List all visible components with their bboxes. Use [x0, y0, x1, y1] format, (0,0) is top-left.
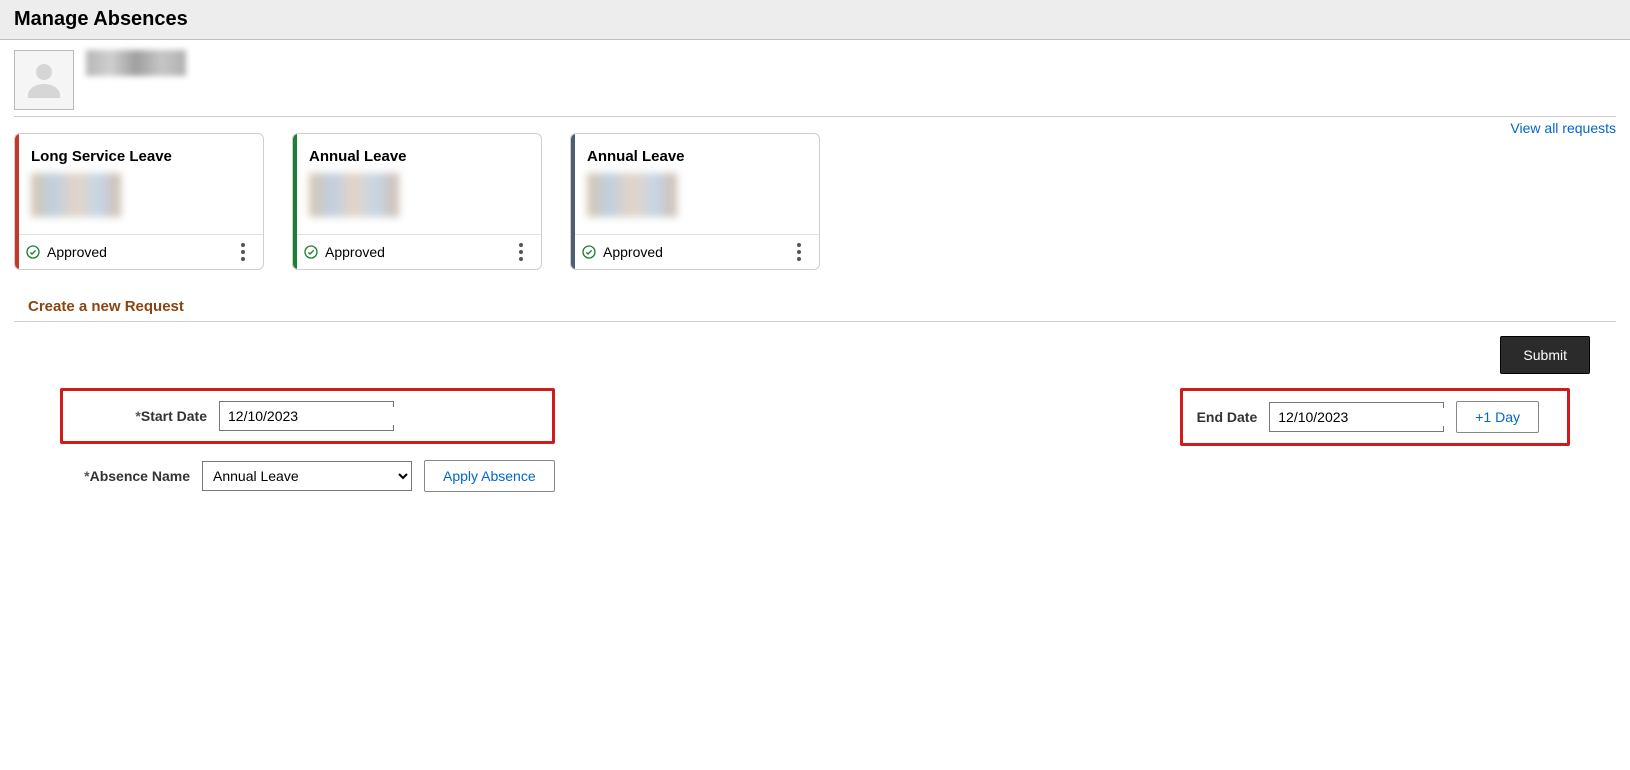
page-title: Manage Absences: [14, 8, 188, 30]
absence-card[interactable]: Annual Leave Approved: [292, 133, 542, 270]
check-circle-icon: [581, 244, 597, 260]
card-body: Annual Leave: [571, 134, 819, 234]
profile-row: [0, 40, 1630, 116]
card-title: Annual Leave: [587, 148, 803, 165]
card-stripe: [15, 134, 19, 269]
check-circle-icon: [303, 244, 319, 260]
absence-name-select[interactable]: Annual Leave: [202, 461, 412, 491]
profile-name-redacted: [86, 50, 186, 76]
start-date-field[interactable]: [219, 401, 394, 431]
absence-cards-row: Long Service Leave Approved Annual Leave Ap…: [0, 119, 1630, 284]
card-details-redacted: [587, 173, 677, 217]
person-icon: [20, 56, 68, 104]
check-circle-icon: [25, 244, 41, 260]
card-menu-button[interactable]: [511, 243, 531, 261]
card-menu-button[interactable]: [233, 243, 253, 261]
card-body: Annual Leave: [293, 134, 541, 234]
form-left-column: *Start Date *Abs: [60, 388, 555, 492]
absence-name-label: *Absence Name: [60, 468, 190, 484]
end-date-label: End Date: [1197, 409, 1258, 425]
start-date-input[interactable]: [226, 407, 411, 425]
card-footer: Approved: [15, 234, 263, 269]
absence-card[interactable]: Annual Leave Approved: [570, 133, 820, 270]
card-footer: Approved: [293, 234, 541, 269]
card-title: Long Service Leave: [31, 148, 247, 165]
card-body: Long Service Leave: [15, 134, 263, 234]
card-stripe: [571, 134, 575, 269]
absence-name-row: *Absence Name Annual Leave Apply Absence: [60, 460, 555, 492]
card-status-label: Approved: [325, 244, 385, 260]
plus-one-day-button[interactable]: +1 Day: [1456, 401, 1539, 433]
submit-button[interactable]: Submit: [1500, 336, 1590, 374]
absence-card[interactable]: Long Service Leave Approved: [14, 133, 264, 270]
card-status: Approved: [581, 244, 663, 260]
start-date-label: *Start Date: [77, 408, 207, 424]
card-menu-button[interactable]: [789, 243, 809, 261]
view-all-requests-link[interactable]: View all requests: [1510, 120, 1616, 136]
create-request-heading: Create a new Request: [14, 294, 1616, 322]
card-status-label: Approved: [47, 244, 107, 260]
card-footer: Approved: [571, 234, 819, 269]
subheader-divider: View all requests: [14, 116, 1616, 119]
card-title: Annual Leave: [309, 148, 525, 165]
card-status-label: Approved: [603, 244, 663, 260]
end-date-highlight: End Date +1 Day: [1180, 388, 1570, 446]
submit-row: Submit: [0, 322, 1630, 374]
form-right-column: End Date +1 Day: [1180, 388, 1570, 492]
form-area: *Start Date *Abs: [0, 374, 1630, 506]
page-header: Manage Absences: [0, 0, 1630, 40]
card-status: Approved: [303, 244, 385, 260]
card-details-redacted: [309, 173, 399, 217]
end-date-input[interactable]: [1276, 408, 1461, 426]
avatar: [14, 50, 74, 110]
start-date-highlight: *Start Date: [60, 388, 555, 444]
apply-absence-button[interactable]: Apply Absence: [424, 460, 555, 492]
card-stripe: [293, 134, 297, 269]
end-date-field[interactable]: [1269, 402, 1444, 432]
card-details-redacted: [31, 173, 121, 217]
card-status: Approved: [25, 244, 107, 260]
